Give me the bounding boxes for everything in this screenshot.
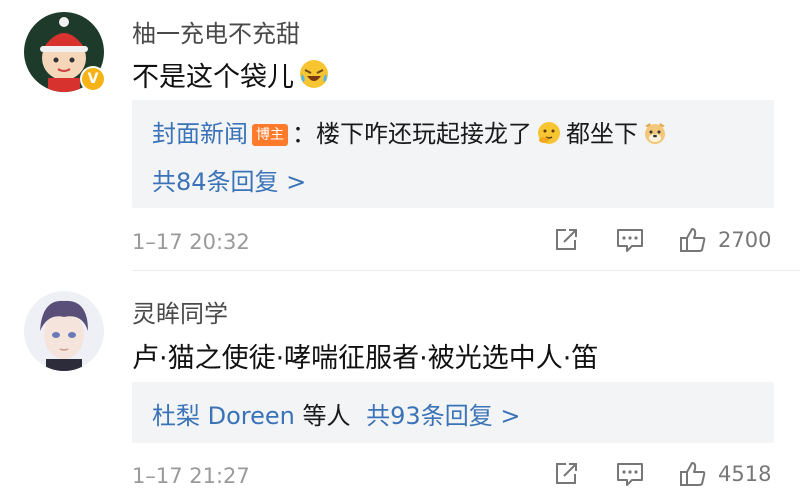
comment-username[interactable]: 灵眸同学 [132, 294, 228, 329]
thumbs-up-icon [680, 228, 706, 252]
comment-text: 不是这个袋儿 [132, 62, 294, 93]
reply-separator: ： [292, 120, 316, 148]
comment-icon [617, 463, 643, 486]
dog-face-emoji-icon [642, 120, 668, 152]
comment-icon [617, 229, 643, 252]
like-count: 2700 [718, 228, 772, 252]
share-button[interactable] [552, 460, 580, 488]
like-count: 4518 [718, 462, 772, 486]
comment-item: V 柚一充电不充甜 不是这个袋儿 封面新闻 博主 ：楼下咋还玩起接龙了 都坐下 … [0, 0, 800, 268]
reply-author[interactable]: 封面新闻 [152, 120, 248, 148]
reply-button[interactable] [615, 460, 645, 488]
reply-line-1: 封面新闻 博主 ：楼下咋还玩起接龙了 都坐下 [152, 114, 672, 152]
like-button[interactable]: 4518 [678, 460, 771, 488]
comment-username[interactable]: 柚一充电不充甜 [132, 14, 300, 49]
reply-button[interactable] [615, 226, 645, 254]
reply-text: 楼下咋还玩起接龙了 [316, 120, 532, 148]
comment-content: 不是这个袋儿 [132, 55, 334, 97]
reply-names-suffix: 等人 [302, 402, 351, 430]
verified-badge-icon: V [80, 66, 106, 92]
reply-preview[interactable]: 杜梨 Doreen 等人 共93条回复 > [132, 382, 774, 443]
thumbs-up-icon [680, 462, 706, 486]
laugh-cry-emoji-icon [298, 58, 330, 97]
share-icon [556, 463, 577, 484]
reply-preview[interactable]: 封面新闻 博主 ：楼下咋还玩起接龙了 都坐下 共84条回复 > [132, 100, 774, 208]
comment-timestamp: 1–17 20:32 [132, 230, 250, 254]
author-tag-badge: 博主 [252, 124, 288, 146]
comment-content: 卢·猫之使徒·哮喘征服者·被光选中人·笛 [132, 343, 599, 374]
comment-timestamp: 1–17 21:27 [132, 464, 250, 488]
avatar[interactable] [24, 291, 104, 371]
more-replies-link[interactable]: 共93条回复 > [366, 402, 520, 430]
comment-item: 灵眸同学 卢·猫之使徒·哮喘征服者·被光选中人·笛 杜梨 Doreen 等人 共… [0, 271, 800, 497]
more-replies-link[interactable]: 共84条回复 > [152, 162, 306, 197]
share-button[interactable] [552, 226, 580, 254]
thinking-face-emoji-icon [536, 120, 562, 152]
share-icon [556, 229, 577, 250]
reply-line-1: 杜梨 Doreen 等人 共93条回复 > [152, 396, 520, 431]
reply-author[interactable]: 杜梨 Doreen [152, 402, 295, 430]
like-button[interactable]: 2700 [678, 226, 771, 254]
reply-text-2: 都坐下 [566, 120, 638, 148]
